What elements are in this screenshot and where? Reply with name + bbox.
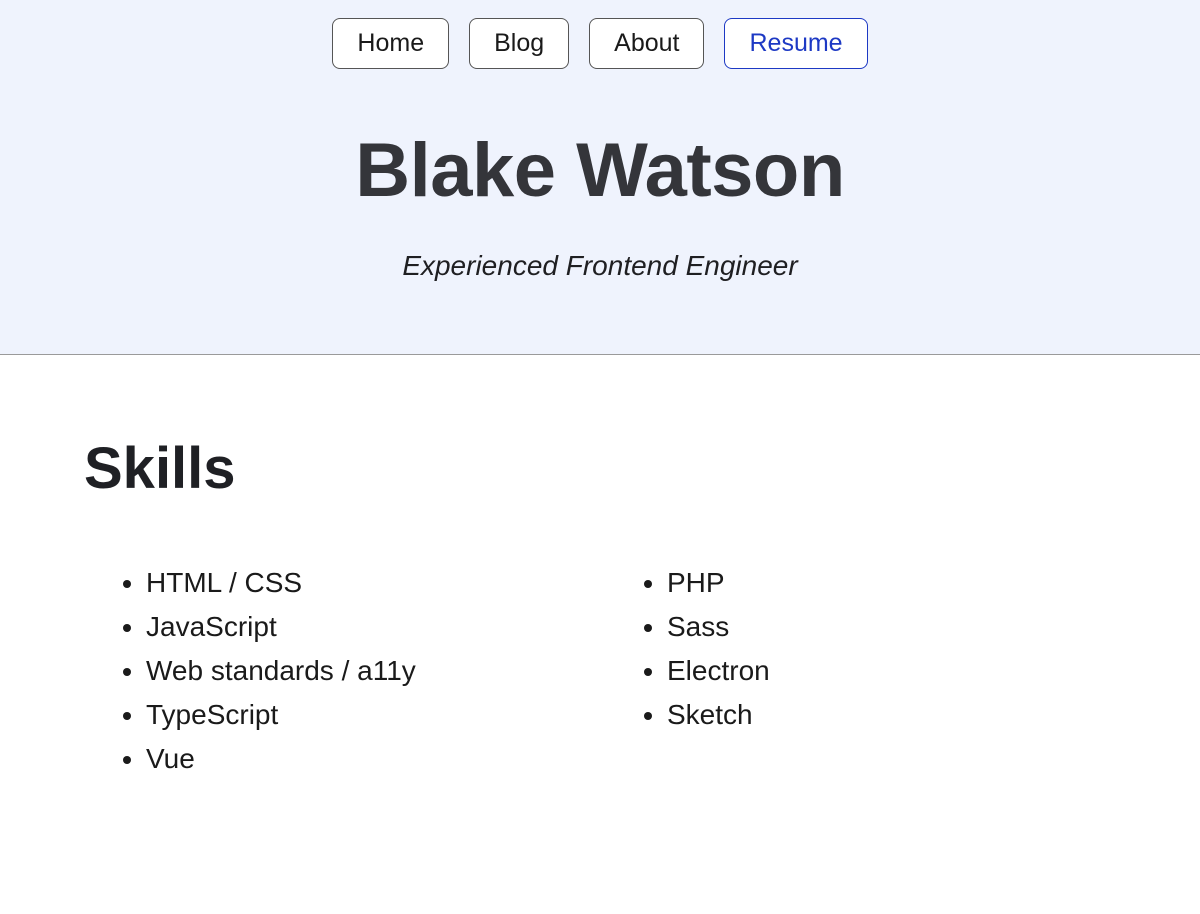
list-item: HTML / CSS [146,562,595,604]
nav-link-blog[interactable]: Blog [469,18,569,69]
skills-column-2: PHP Sass Electron Sketch [635,562,1116,782]
nav-link-resume[interactable]: Resume [724,18,867,69]
list-item: Electron [667,650,1116,692]
list-item: TypeScript [146,694,595,736]
skills-heading: Skills [84,435,1116,502]
page-title: Blake Watson [0,127,1200,214]
list-item: PHP [667,562,1116,604]
list-item: Sketch [667,694,1116,736]
skills-columns: HTML / CSS JavaScript Web standards / a1… [84,562,1116,782]
list-item: JavaScript [146,606,595,648]
nav-link-home[interactable]: Home [332,18,449,69]
page-subtitle: Experienced Frontend Engineer [0,250,1200,282]
skills-column-1: HTML / CSS JavaScript Web standards / a1… [114,562,595,782]
list-item: Web standards / a11y [146,650,595,692]
main-content: Skills HTML / CSS JavaScript Web standar… [0,355,1200,842]
page-header: Home Blog About Resume Blake Watson Expe… [0,0,1200,355]
list-item: Vue [146,738,595,780]
primary-nav: Home Blog About Resume [0,18,1200,69]
list-item: Sass [667,606,1116,648]
nav-link-about[interactable]: About [589,18,704,69]
